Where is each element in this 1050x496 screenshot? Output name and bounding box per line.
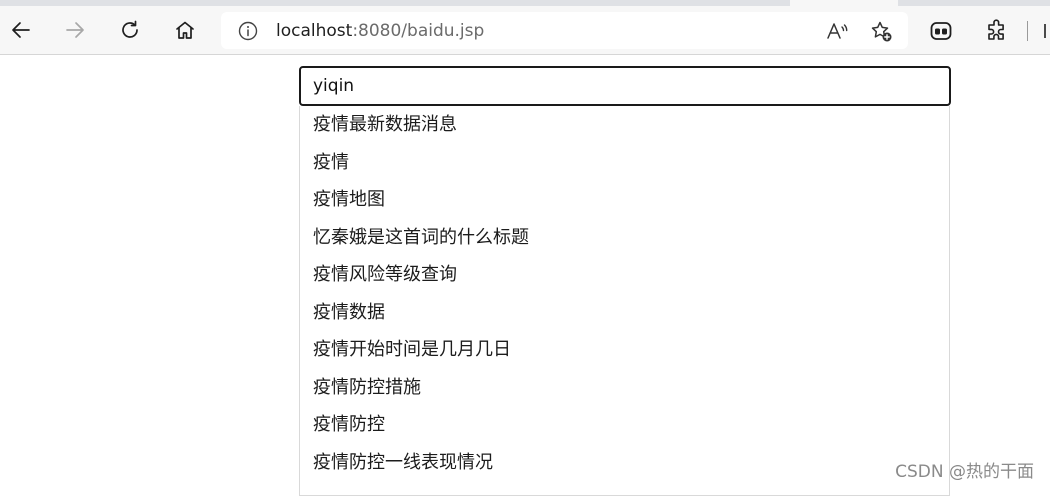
url-host: localhost (276, 21, 353, 41)
refresh-button[interactable] (113, 13, 147, 47)
search-input[interactable] (299, 66, 951, 106)
suggestion-item[interactable]: 疫情风险等级查询 (313, 263, 457, 287)
watermark: CSDN @热的干面 (895, 462, 1034, 482)
suggestion-item[interactable]: 疫情最新数据消息 (313, 113, 457, 137)
url-path: :8080/baidu.jsp (352, 21, 485, 41)
back-button[interactable] (4, 13, 38, 47)
forward-button[interactable] (58, 13, 92, 47)
info-icon[interactable] (237, 20, 259, 42)
suggestion-item[interactable]: 疫情防控一线表现情况 (313, 451, 493, 475)
home-icon (176, 21, 194, 39)
suggestion-item[interactable]: 疫情地图 (313, 188, 385, 212)
back-icon (12, 22, 30, 38)
refresh-icon (122, 20, 138, 38)
url-text[interactable]: localhost:8080/baidu.jsp (276, 20, 484, 42)
browser-toolbar: localhost:8080/baidu.jsp (0, 6, 1050, 55)
more-icon[interactable] (1043, 22, 1050, 40)
suggestion-item[interactable]: 疫情数据 (313, 301, 385, 325)
suggestion-item[interactable]: 疫情防控 (313, 413, 385, 437)
home-button[interactable] (168, 13, 202, 47)
search-box (299, 66, 951, 106)
forward-icon (66, 22, 84, 38)
suggestion-dropdown: 疫情最新数据消息 疫情 疫情地图 忆秦娥是这首词的什么标题 疫情风险等级查询 疫… (299, 106, 950, 496)
suggestion-item[interactable]: 疫情开始时间是几月几日 (313, 338, 511, 362)
address-bar[interactable]: localhost:8080/baidu.jsp (221, 12, 908, 49)
collections-icon[interactable] (928, 18, 954, 44)
suggestion-item[interactable]: 疫情 (313, 151, 349, 175)
read-aloud-icon[interactable] (825, 19, 849, 43)
toolbar-separator (1027, 21, 1028, 41)
suggestion-item[interactable]: 忆秦娥是这首词的什么标题 (313, 226, 529, 250)
suggestion-item[interactable]: 疫情防控措施 (313, 376, 421, 400)
extensions-icon[interactable] (984, 18, 1010, 44)
add-favorite-icon[interactable] (869, 19, 893, 43)
